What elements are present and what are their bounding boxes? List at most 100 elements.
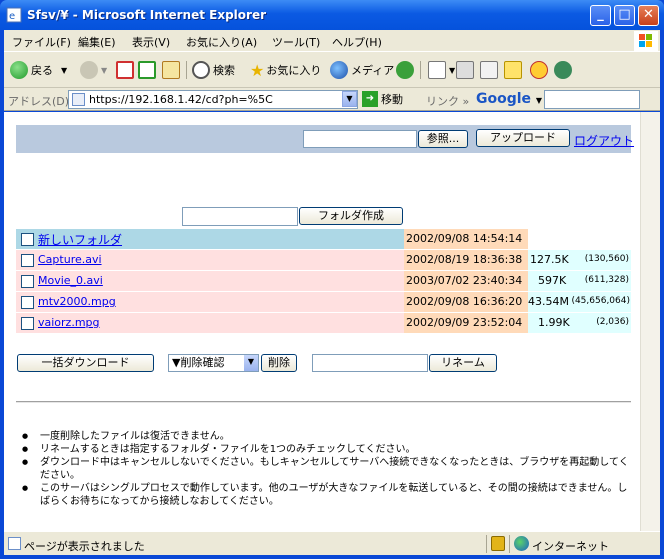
stop-button[interactable] [116, 59, 137, 81]
mail-button[interactable]: ▼ [428, 59, 455, 81]
discuss-button[interactable] [504, 59, 525, 81]
research-button[interactable] [554, 59, 575, 81]
size-cell: 43.54M (45,656,064) [528, 292, 631, 312]
favorites-star-icon: ★ [250, 60, 265, 80]
search-icon [192, 61, 210, 79]
status-separator [509, 535, 510, 553]
bulk-download-button[interactable]: 一括ダウンロード [17, 354, 154, 372]
browse-button[interactable]: 参照... [418, 130, 468, 148]
forward-button[interactable]: ▼ [80, 59, 107, 81]
rename-input[interactable] [312, 354, 428, 372]
divider [16, 401, 631, 403]
rename-button[interactable]: リネーム [429, 354, 497, 372]
folder-link[interactable]: 新しいフォルダ [38, 231, 122, 248]
print-icon [456, 61, 474, 79]
file-date: 2002/09/08 14:54:14 [406, 232, 523, 245]
delete-confirm-select[interactable]: ▼削除確認 ▼ [168, 354, 259, 372]
google-search-input[interactable] [544, 90, 640, 109]
search-button[interactable]: 検索 [192, 59, 235, 81]
window-title: Sfsv/¥ - Microsoft Internet Explorer [27, 8, 267, 22]
media-label: メディア [351, 64, 395, 77]
menu-edit[interactable]: 編集(E) [78, 34, 116, 50]
history-icon [396, 61, 414, 79]
standard-toolbar: 戻る ▼ ▼ 検索 ★ お気に入り メディア ▼ [4, 52, 660, 88]
back-button[interactable]: 戻る ▼ [10, 59, 67, 81]
status-page-icon [8, 537, 21, 550]
print-button[interactable] [456, 59, 477, 81]
row-checkbox[interactable] [21, 275, 34, 288]
back-dropdown-icon[interactable]: ▼ [61, 66, 67, 75]
address-bar: アドレス(D) https://192.168.1.42/cd?ph=%5C ▼… [4, 88, 660, 111]
links-label: リンク [426, 95, 459, 108]
favorites-button[interactable]: ★ お気に入り [250, 59, 321, 81]
mail-dropdown-icon[interactable]: ▼ [449, 66, 455, 75]
file-size: 597K [538, 274, 567, 287]
table-row: Movie_0.avi [16, 271, 404, 291]
date-cell: 2002/09/09 23:52:04 [404, 313, 528, 333]
file-size: 1.99K [538, 316, 570, 329]
home-button[interactable] [162, 59, 183, 81]
maximize-button[interactable]: □ [614, 5, 635, 26]
status-bar: ページが表示されました インターネット [4, 531, 660, 555]
svg-text:e: e [9, 11, 15, 22]
row-checkbox[interactable] [21, 317, 34, 330]
forward-dropdown-icon[interactable]: ▼ [101, 66, 107, 75]
row-checkbox[interactable] [21, 296, 34, 309]
row-checkbox[interactable] [21, 233, 34, 246]
mail-icon [428, 61, 446, 79]
menu-favorites[interactable]: お気に入り(A) [186, 34, 257, 50]
menu-file[interactable]: ファイル(F) [12, 34, 71, 50]
lock-icon [491, 536, 505, 551]
file-link[interactable]: Movie_0.avi [38, 274, 103, 287]
go-label: 移動 [381, 93, 403, 106]
toolbar-separator [420, 61, 421, 79]
list-item: 一度削除したファイルは復活できません。 [22, 430, 634, 443]
toolbar-separator [186, 61, 187, 79]
create-folder-button[interactable]: フォルダ作成 [299, 207, 403, 225]
page-content: 参照... アップロード ログアウト フォルダ作成 新しいフォルダ 2002/0… [4, 112, 640, 531]
date-cell: 2002/09/08 14:54:14 [404, 229, 528, 249]
file-link[interactable]: vaiorz.mpg [38, 316, 100, 329]
links-button[interactable]: リンク » [426, 93, 469, 109]
delete-button[interactable]: 削除 [261, 354, 297, 372]
folder-name-input[interactable] [182, 207, 298, 226]
upload-button[interactable]: アップロード [476, 129, 570, 147]
file-link[interactable]: mtv2000.mpg [38, 295, 116, 308]
date-cell: 2002/08/19 18:36:38 [404, 250, 528, 270]
google-dropdown-icon[interactable]: ▼ [536, 96, 542, 105]
history-button[interactable] [396, 59, 417, 81]
refresh-button[interactable] [138, 59, 159, 81]
status-separator [486, 535, 487, 553]
menu-help[interactable]: ヘルプ(H) [332, 34, 382, 50]
address-dropdown-icon[interactable]: ▼ [342, 91, 357, 107]
close-button[interactable]: ✕ [638, 5, 659, 26]
row-checkbox[interactable] [21, 254, 34, 267]
address-url: https://192.168.1.42/cd?ph=%5C [89, 93, 273, 106]
address-input[interactable]: https://192.168.1.42/cd?ph=%5C [68, 90, 358, 109]
messenger-button[interactable] [530, 59, 551, 81]
forward-arrow-icon [80, 61, 98, 79]
logout-link[interactable]: ログアウト [574, 132, 634, 149]
search-label: 検索 [213, 64, 235, 77]
file-link[interactable]: Capture.avi [38, 253, 102, 266]
ie-page-icon: e [6, 7, 22, 23]
minimize-button[interactable]: _ [590, 5, 611, 26]
delete-confirm-value: ▼削除確認 [172, 356, 225, 369]
file-size: 127.5K [530, 253, 569, 266]
google-toolbar-button[interactable]: Google ▼ [476, 91, 542, 107]
research-icon [554, 61, 572, 79]
title-bar[interactable]: e Sfsv/¥ - Microsoft Internet Explorer _… [0, 0, 664, 30]
vertical-scrollbar[interactable] [640, 112, 660, 531]
edit-button[interactable] [480, 59, 501, 81]
notes-list: 一度削除したファイルは復活できません。 リネームするときは指定するフォルダ・ファ… [22, 430, 634, 508]
file-bytes: (611,328) [584, 275, 629, 285]
menu-tools[interactable]: ツール(T) [272, 34, 320, 50]
menu-view[interactable]: 表示(V) [132, 34, 170, 50]
menu-bar: ファイル(F) 編集(E) 表示(V) お気に入り(A) ツール(T) ヘルプ(… [4, 30, 660, 52]
media-button[interactable]: メディア [330, 59, 394, 81]
table-row: mtv2000.mpg [16, 292, 404, 312]
note-icon [504, 61, 522, 79]
upload-file-input[interactable] [303, 130, 417, 148]
go-button[interactable]: ➜ 移動 [362, 91, 403, 107]
size-cell: 127.5K (130,560) [528, 250, 631, 270]
